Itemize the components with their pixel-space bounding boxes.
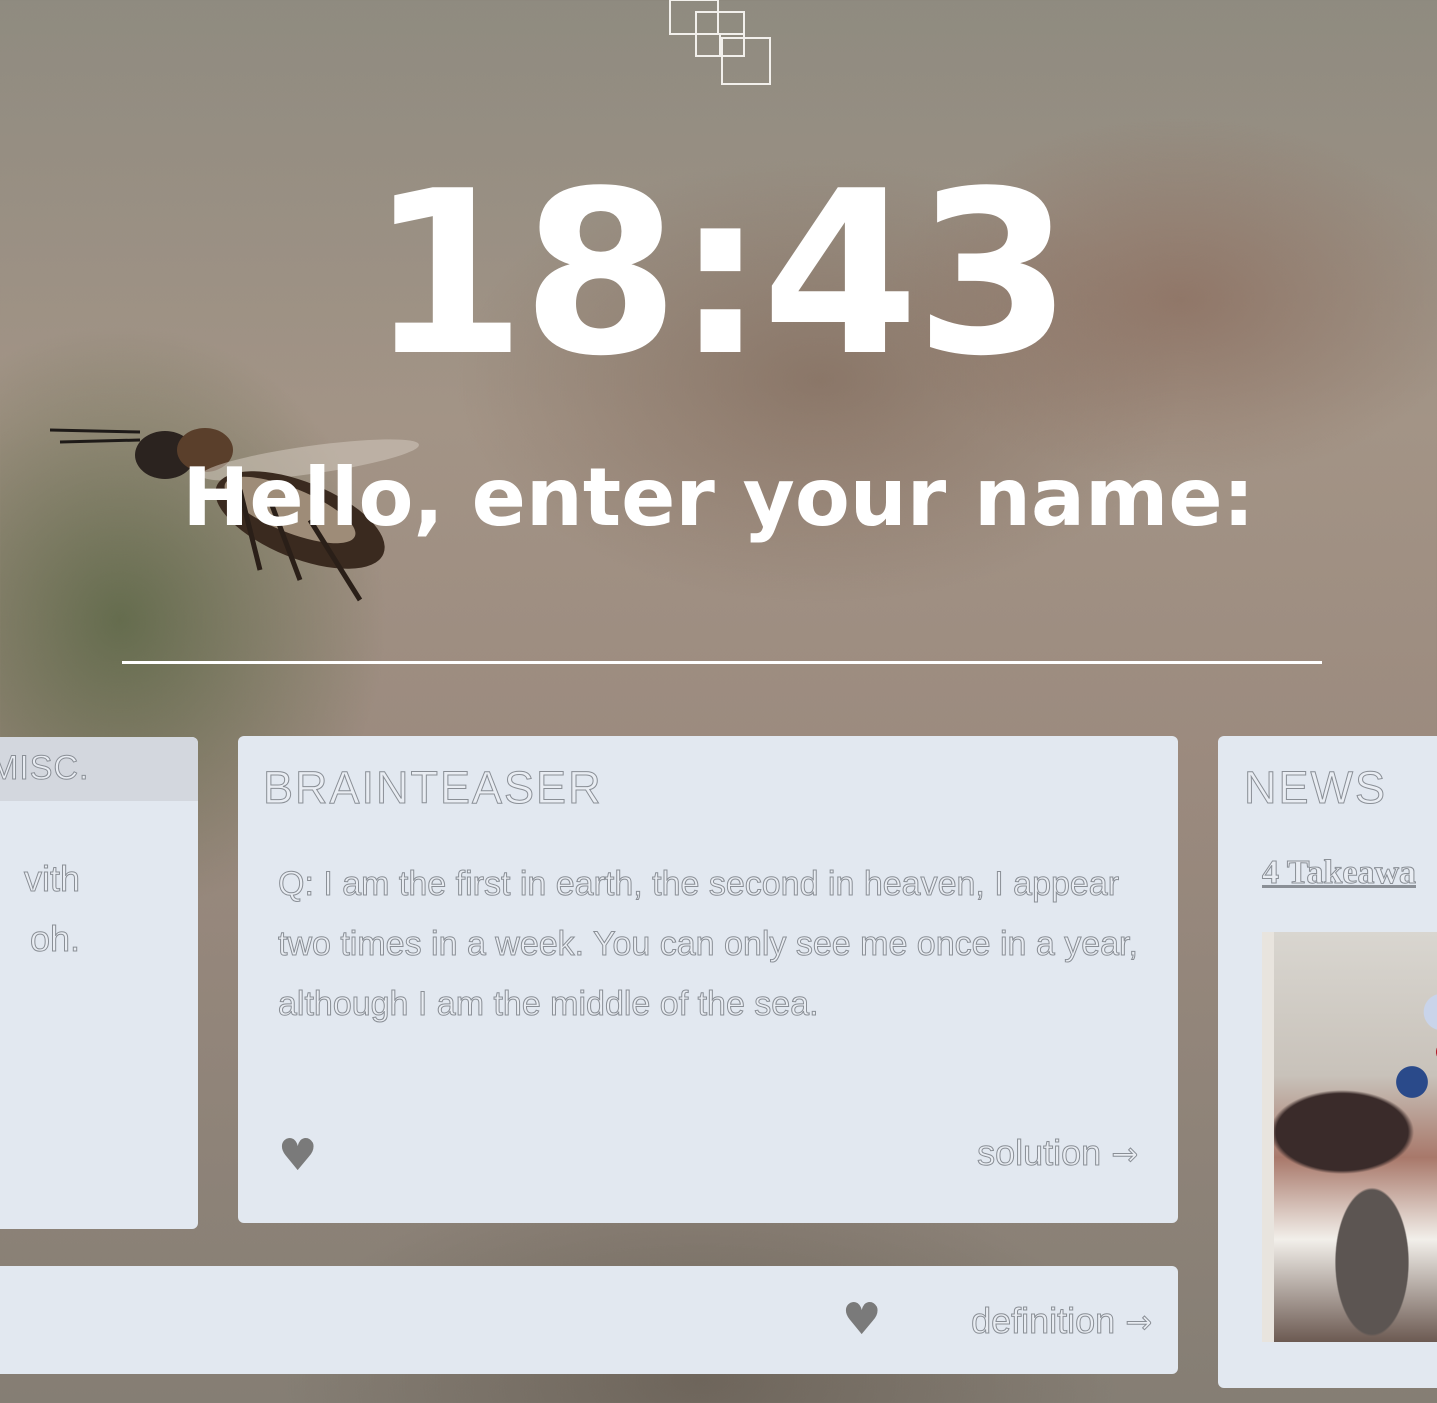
definition-link[interactable]: definition → — [971, 1300, 1153, 1342]
brainteaser-card: BRAINTEASER Q: I am the first in earth, … — [238, 736, 1178, 1223]
misc-card: MISC. vith oh. — [0, 737, 198, 1229]
heart-icon[interactable]: ♥ — [278, 1134, 317, 1178]
definition-label: definition — [971, 1300, 1116, 1342]
arrow-right-icon: → — [1125, 1303, 1153, 1342]
arrow-right-icon: → — [1111, 1135, 1139, 1174]
heart-icon[interactable]: ♥ — [842, 1298, 881, 1342]
misc-card-text: vith oh. — [0, 849, 80, 969]
misc-card-header: MISC. — [0, 737, 198, 801]
news-image[interactable] — [1262, 932, 1437, 1342]
name-input-underline[interactable] — [122, 661, 1322, 664]
misc-text-line: vith — [23, 858, 80, 900]
clock-time: 18:43 — [368, 143, 1072, 406]
misc-text-line: oh. — [29, 918, 80, 960]
brainteaser-question: Q: I am the first in earth, the second i… — [278, 865, 1139, 1024]
news-title: NEWS — [1244, 762, 1387, 814]
name-prompt[interactable]: Hello, enter your name: — [0, 448, 1437, 548]
solution-label: solution — [977, 1132, 1102, 1174]
news-card: NEWS 4 Takeawa — [1218, 736, 1437, 1388]
solution-link[interactable]: solution → — [977, 1132, 1139, 1174]
news-headline-link[interactable]: 4 Takeawa — [1262, 854, 1417, 892]
misc-card-title: MISC. — [0, 749, 90, 788]
app-logo — [669, 0, 771, 85]
word-card: ♥ definition → — [0, 1266, 1178, 1374]
brainteaser-title: BRAINTEASER — [263, 762, 603, 814]
